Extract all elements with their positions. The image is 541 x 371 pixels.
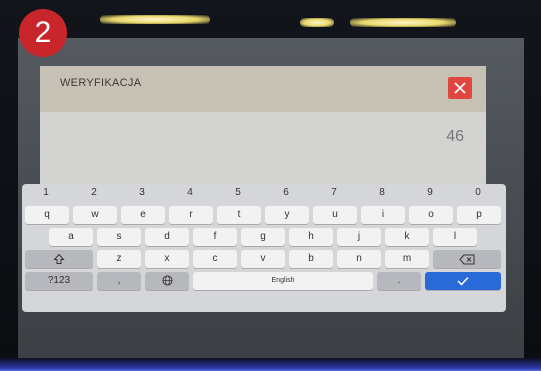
close-button[interactable]: [448, 77, 472, 99]
key-s[interactable]: s: [97, 228, 141, 246]
key-g[interactable]: g: [241, 228, 285, 246]
key-0[interactable]: 0: [468, 187, 488, 198]
backspace-key[interactable]: [433, 250, 501, 268]
value-display: 46: [446, 128, 464, 145]
key-r[interactable]: r: [169, 206, 213, 224]
key-k[interactable]: k: [385, 228, 429, 246]
key-b[interactable]: b: [289, 250, 333, 268]
dialog-title: WERYFIKACJA: [60, 77, 142, 89]
key-6[interactable]: 6: [276, 187, 296, 198]
key-p[interactable]: p: [457, 206, 501, 224]
ceiling-light: [350, 18, 456, 27]
key-i[interactable]: i: [361, 206, 405, 224]
ceiling-light: [100, 15, 210, 24]
key-n[interactable]: n: [337, 250, 381, 268]
key-2[interactable]: 2: [84, 187, 104, 198]
step-number: 2: [34, 16, 52, 49]
space-key[interactable]: English: [193, 272, 373, 290]
key-9[interactable]: 9: [420, 187, 440, 198]
bottom-glow: [0, 357, 541, 371]
dialog-header: WERYFIKACJA: [40, 66, 486, 112]
number-row: 1 2 3 4 5 6 7 8 9 0: [22, 184, 506, 202]
key-8[interactable]: 8: [372, 187, 392, 198]
key-u[interactable]: u: [313, 206, 357, 224]
key-h[interactable]: h: [289, 228, 333, 246]
backspace-icon: [459, 254, 475, 265]
key-t[interactable]: t: [217, 206, 261, 224]
globe-icon: [161, 275, 173, 286]
key-y[interactable]: y: [265, 206, 309, 224]
key-c[interactable]: c: [193, 250, 237, 268]
key-w[interactable]: w: [73, 206, 117, 224]
key-q[interactable]: q: [25, 206, 69, 224]
period-key[interactable]: .: [377, 272, 421, 290]
onscreen-keyboard: 1 2 3 4 5 6 7 8 9 0 q w e r t y u i o p …: [22, 184, 506, 312]
key-f[interactable]: f: [193, 228, 237, 246]
comma-key[interactable]: ,: [97, 272, 141, 290]
key-j[interactable]: j: [337, 228, 381, 246]
key-o[interactable]: o: [409, 206, 453, 224]
key-x[interactable]: x: [145, 250, 189, 268]
symbols-key[interactable]: ?123: [25, 272, 93, 290]
ceiling-light: [300, 18, 334, 27]
close-icon: [454, 82, 466, 94]
kiosk-screen: WERYFIKACJA 46 1 2 3 4 5 6 7 8 9 0: [18, 38, 524, 358]
key-5[interactable]: 5: [228, 187, 248, 198]
key-m[interactable]: m: [385, 250, 429, 268]
key-d[interactable]: d: [145, 228, 189, 246]
key-7[interactable]: 7: [324, 187, 344, 198]
key-e[interactable]: e: [121, 206, 165, 224]
step-badge: 2: [19, 9, 67, 57]
key-l[interactable]: l: [433, 228, 477, 246]
shift-key[interactable]: [25, 250, 93, 268]
key-z[interactable]: z: [97, 250, 141, 268]
enter-key[interactable]: [425, 272, 501, 290]
key-a[interactable]: a: [49, 228, 93, 246]
shift-icon: [53, 253, 65, 264]
checkmark-icon: [457, 276, 469, 286]
key-1[interactable]: 1: [36, 187, 56, 198]
key-3[interactable]: 3: [132, 187, 152, 198]
globe-key[interactable]: [145, 272, 189, 290]
key-v[interactable]: v: [241, 250, 285, 268]
key-4[interactable]: 4: [180, 187, 200, 198]
